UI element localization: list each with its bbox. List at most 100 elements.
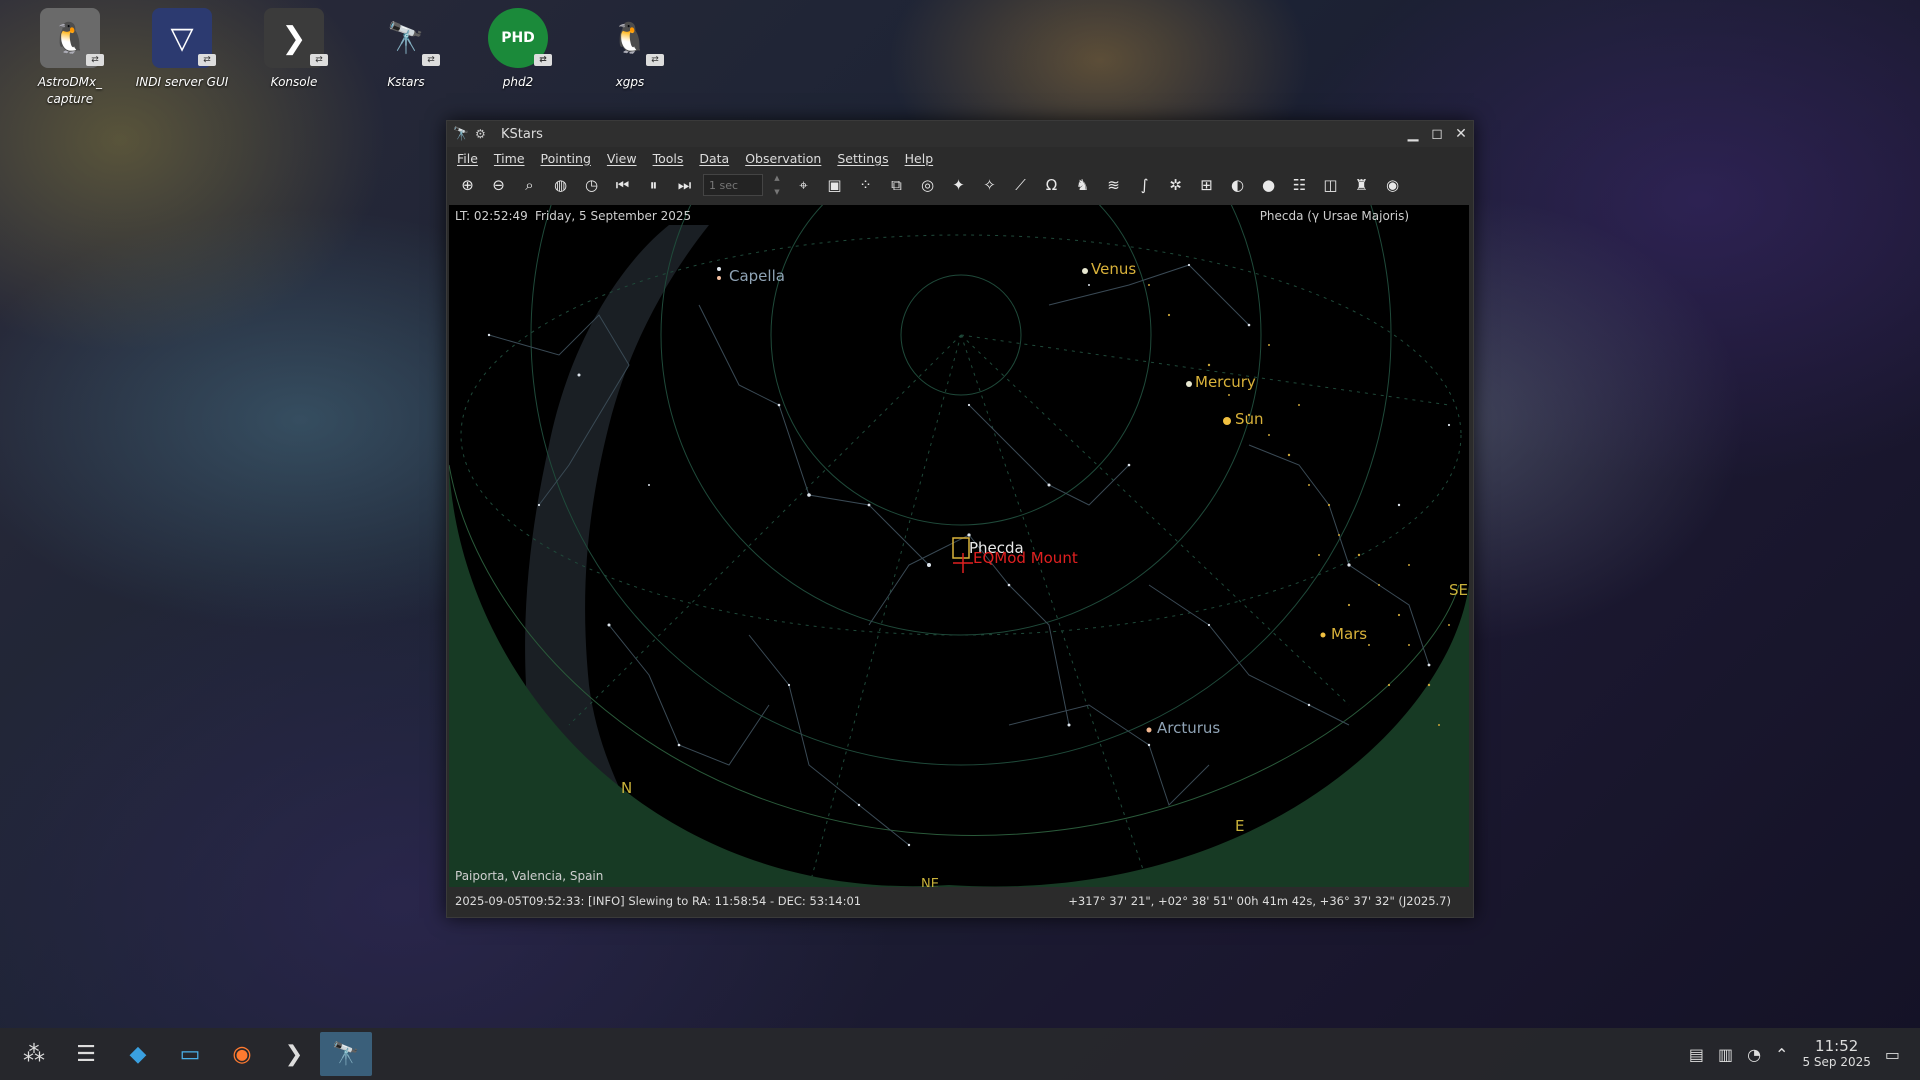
focus-object-label: Phecda (γ Ursae Majoris): [1259, 209, 1409, 223]
eye-icon[interactable]: ◉: [1380, 172, 1405, 198]
constellation-icon[interactable]: ✧: [977, 172, 1002, 198]
sky-map[interactable]: LT: 02:52:49 Friday, 5 September 2025 Ph…: [449, 205, 1469, 887]
satellite-icon[interactable]: ✲: [1163, 172, 1188, 198]
mount-label[interactable]: EQMod Mount: [973, 549, 1078, 567]
menu-pointing[interactable]: Pointing: [541, 151, 591, 166]
venus-label[interactable]: Venus: [1091, 260, 1136, 278]
arcturus-marker: [1146, 727, 1152, 733]
taskbar: ⁂ ☰ ◆ ▭ ◉ ❯ 🔭 ▤ ▥ ◔ ⌃ 11:52 5 Sep 2025 ▭: [0, 1028, 1920, 1080]
horizon-icon[interactable]: ◐: [1225, 172, 1250, 198]
title-bar[interactable]: 🔭 ⚙ KStars ▁ ◻ ✕: [447, 121, 1473, 147]
desktop-icon-konsole[interactable]: ❯ ⇄ Konsole: [238, 8, 350, 108]
menu-tools[interactable]: Tools: [653, 151, 684, 166]
step-back-icon[interactable]: ⏮: [610, 172, 635, 198]
telescope-icon: 🔭 ⇄: [376, 8, 440, 68]
sun-label[interactable]: Sun: [1235, 410, 1264, 428]
target-icon[interactable]: ◎: [915, 172, 940, 198]
desktop-icon-astrodmx[interactable]: 🐧 ⇄ AstroDMx_ capture: [14, 8, 126, 108]
zoom-fit-icon[interactable]: ⌕: [517, 172, 542, 198]
mercury-label[interactable]: Mercury: [1195, 373, 1256, 391]
grid-icon[interactable]: ⊞: [1194, 172, 1219, 198]
konsole-task-icon[interactable]: ❯: [268, 1032, 320, 1076]
astrodmx-icon: 🐧 ⇄: [40, 8, 104, 68]
pin-icon[interactable]: ⚙: [475, 127, 493, 141]
step-forward-icon[interactable]: ⏭: [672, 172, 697, 198]
arcturus-label[interactable]: Arcturus: [1157, 719, 1220, 737]
crosshair-icon[interactable]: ⌖: [791, 172, 816, 198]
firefox-icon[interactable]: ◉: [216, 1032, 268, 1076]
names-icon[interactable]: Ω: [1039, 172, 1064, 198]
deep-sky-icon[interactable]: ⧉: [884, 172, 909, 198]
phecda-focus-box: [952, 537, 970, 559]
indi-icon: ▽ ⇄: [152, 8, 216, 68]
menu-observation[interactable]: Observation: [745, 151, 821, 166]
menu-file[interactable]: File: [457, 151, 478, 166]
curve-icon[interactable]: ∫: [1132, 172, 1157, 198]
time-step-spinner[interactable]: ▲ ▼: [769, 174, 785, 196]
location-label: Paiporta, Valencia, Spain: [455, 869, 604, 883]
stars-icon[interactable]: ⁘: [853, 172, 878, 198]
clock-time: 11:52: [1815, 1037, 1859, 1055]
task-manager-icon[interactable]: ☰: [60, 1032, 112, 1076]
hips-icon[interactable]: ☷: [1287, 172, 1312, 198]
app-launcher-icon[interactable]: ⁂: [8, 1032, 60, 1076]
terminal-icon: ❯ ⇄: [264, 8, 328, 68]
telescope-toolbar-icon[interactable]: ♜: [1349, 172, 1374, 198]
date-label: Friday, 5 September 2025: [535, 209, 692, 223]
pause-icon[interactable]: ⏸: [641, 172, 666, 198]
kstars-window[interactable]: 🔭 ⚙ KStars ▁ ◻ ✕ File Time Pointing View…: [446, 120, 1474, 918]
desktop-icon-indi[interactable]: ▽ ⇄ INDI server GUI: [126, 8, 238, 108]
milkyway-icon[interactable]: ≋: [1101, 172, 1126, 198]
line-icon[interactable]: ⟋: [1008, 172, 1033, 198]
desktop-icon-phd2[interactable]: PHD ⇄ phd2: [462, 8, 574, 108]
menu-time[interactable]: Time: [494, 151, 525, 166]
mars-label[interactable]: Mars: [1331, 625, 1367, 643]
desktop-icon-label: AstroDMx_ capture: [37, 75, 103, 106]
desktop-icon-kstars[interactable]: 🔭 ⇄ Kstars: [350, 8, 462, 108]
zoom-in-icon[interactable]: ⊕: [455, 172, 480, 198]
clipboard-icon[interactable]: ▤: [1689, 1045, 1704, 1064]
capella-marker: [717, 276, 721, 280]
desktop-icon-xgps[interactable]: 🐧 ⇄ xgps: [574, 8, 686, 108]
image-icon[interactable]: ▣: [822, 172, 847, 198]
mars-marker: [1320, 632, 1326, 638]
minimize-button[interactable]: ▁: [1401, 126, 1425, 142]
compass-north: N: [621, 779, 633, 797]
chevron-up-icon[interactable]: ⌃: [1775, 1045, 1788, 1064]
kstars-task-icon[interactable]: 🔭: [320, 1032, 372, 1076]
sky-map-canvas[interactable]: [449, 205, 1469, 887]
clock-icon[interactable]: ◷: [579, 172, 604, 198]
capella-label[interactable]: Capella: [729, 267, 785, 285]
desktop-icon-label: phd2: [502, 75, 534, 89]
desktop-icons: 🐧 ⇄ AstroDMx_ capture ▽ ⇄ INDI server GUI …: [14, 8, 686, 108]
menu-help[interactable]: Help: [905, 151, 934, 166]
menu-view[interactable]: View: [607, 151, 637, 166]
desktop-icon-label: Konsole: [270, 75, 318, 89]
maximize-button[interactable]: ◻: [1425, 126, 1449, 142]
software-center-icon[interactable]: ◆: [112, 1032, 164, 1076]
mercury-marker: [1186, 381, 1192, 387]
clock[interactable]: 11:52 5 Sep 2025: [1802, 1038, 1870, 1070]
wifi-icon[interactable]: ◔: [1747, 1045, 1761, 1064]
phd2-icon: PHD ⇄: [488, 8, 552, 68]
file-manager-icon[interactable]: ▭: [164, 1032, 216, 1076]
art-icon[interactable]: ♞: [1070, 172, 1095, 198]
storage-icon[interactable]: ▥: [1718, 1045, 1733, 1064]
ground-icon[interactable]: ●: [1256, 172, 1281, 198]
desktop-icon-label: Kstars: [387, 75, 425, 89]
toolbar: ⊕ ⊖ ⌕ ◍ ◷ ⏮ ⏸ ⏭ 1 sec ▲ ▼ ⌖ ▣ ⁘ ⧉ ◎ ✦ ✧ ⟋…: [447, 169, 1473, 201]
menu-settings[interactable]: Settings: [837, 151, 888, 166]
status-coordinates: +317° 37' 21", +02° 38' 51" 00h 41m 42s,…: [1068, 894, 1451, 908]
show-desktop-icon[interactable]: ▭: [1885, 1045, 1900, 1064]
compass-northeast: NE: [921, 877, 939, 887]
time-step-input[interactable]: 1 sec: [703, 174, 763, 196]
globe-icon[interactable]: ◍: [548, 172, 573, 198]
sparkle-icon[interactable]: ✦: [946, 172, 971, 198]
zoom-out-icon[interactable]: ⊖: [486, 172, 511, 198]
close-button[interactable]: ✕: [1449, 126, 1473, 142]
fov-icon[interactable]: ◫: [1318, 172, 1343, 198]
menu-data[interactable]: Data: [699, 151, 729, 166]
compass-southeast: SE: [1449, 581, 1468, 599]
clock-date: 5 Sep 2025: [1802, 1055, 1871, 1069]
telescope-icon: 🔭: [453, 126, 470, 142]
